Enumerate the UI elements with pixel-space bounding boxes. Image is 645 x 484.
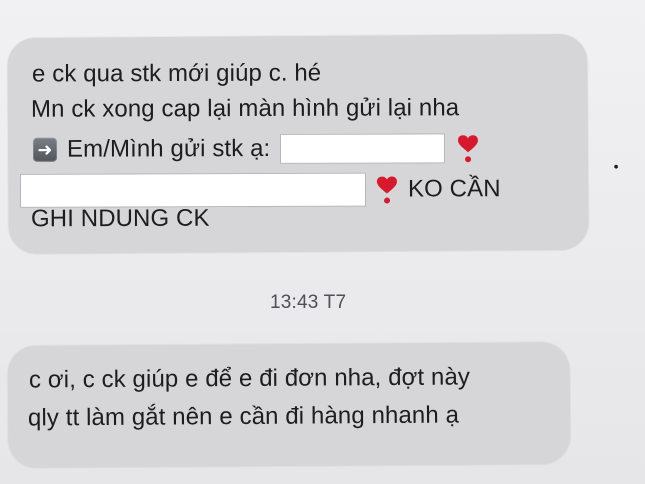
arrow-right-icon: ➜ [32, 137, 58, 162]
message-text: Em/Mình gửi stk ạ: [66, 134, 271, 163]
message-line: e ck qua stk mới giúp c. hé [31, 59, 322, 88]
screen-mark: • [610, 157, 621, 175]
message-line: qly tt làm gắt nên e cần đi hàng nhanh ạ [27, 401, 460, 432]
message-line: Mn ck xong cap lại màn hình gửi lại nha [30, 94, 460, 123]
redacted-account-number [280, 133, 446, 164]
message-line: c ơi, c ck giúp e để e đi đơn nha, đợt n… [28, 363, 471, 394]
heart-exclamation-icon [455, 132, 481, 164]
heart-exclamation-icon [374, 174, 400, 206]
redacted-account-name [19, 172, 367, 208]
message-text: KO CẦN [407, 175, 501, 203]
message-line-with-redaction: KO CẦN [19, 172, 501, 208]
message-line: GHI NDUNG CK [30, 204, 210, 233]
timestamp: 13:43 T7 [270, 292, 347, 313]
message-line-with-redaction: ➜ Em/Mình gửi stk ạ: [32, 132, 481, 166]
chat-screen: e ck qua stk mới giúp c. hé Mn ck xong c… [0, 0, 645, 484]
